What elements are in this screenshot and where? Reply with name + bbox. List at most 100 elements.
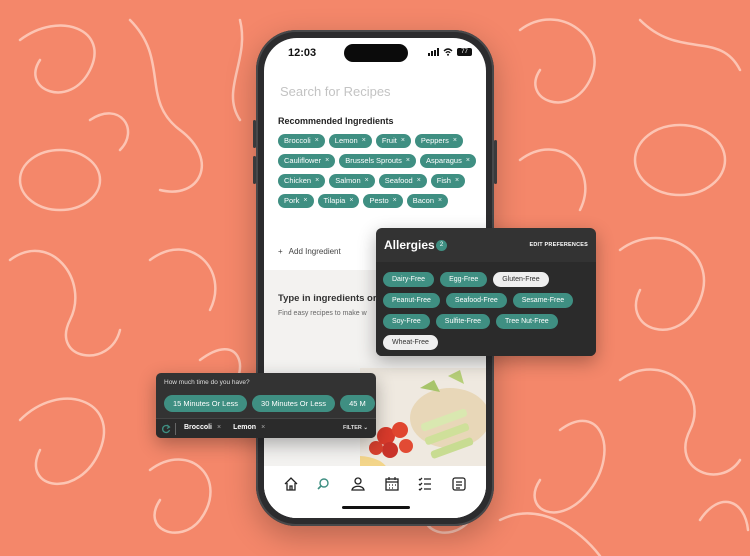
status-time: 12:03 bbox=[288, 47, 317, 59]
ingredient-chip[interactable]: Fish × bbox=[430, 174, 466, 188]
ingredient-chip[interactable]: Cauliflower × bbox=[278, 154, 336, 168]
ingredient-chip-label: Bacon bbox=[412, 196, 434, 205]
checklist-icon[interactable] bbox=[417, 476, 433, 492]
allergy-chip[interactable]: Soy-Free bbox=[383, 314, 430, 329]
remove-icon[interactable]: × bbox=[349, 197, 353, 205]
ingredient-chip[interactable]: Tilapia × bbox=[317, 194, 360, 208]
allergy-chip[interactable]: Wheat-Free bbox=[383, 335, 438, 350]
ingredient-chip[interactable]: Asparagus × bbox=[420, 154, 476, 168]
ingredient-chip[interactable]: Lemon × bbox=[328, 134, 372, 148]
calendar-icon[interactable] bbox=[384, 476, 400, 492]
ingredient-chip[interactable]: Fruit × bbox=[375, 134, 411, 148]
prompt-title: Type in ingredients or d bbox=[278, 293, 385, 304]
ingredient-chip-label: Broccoli bbox=[284, 136, 311, 145]
signal-icon bbox=[428, 48, 439, 56]
allergy-chip[interactable]: Gluten-Free bbox=[493, 272, 549, 287]
ingredient-chip-label: Asparagus bbox=[426, 156, 462, 165]
ingredient-chip[interactable]: Brussels Sprouts × bbox=[339, 154, 416, 168]
ingredient-chip-label: Chicken bbox=[284, 176, 312, 185]
recommended-title: Recommended Ingredients bbox=[278, 116, 394, 126]
filter-button[interactable]: FILTER ⌄ bbox=[343, 425, 368, 431]
remove-icon[interactable]: × bbox=[365, 177, 369, 185]
remove-icon[interactable]: × bbox=[362, 137, 366, 145]
selected-tags: Broccoli × Lemon × bbox=[184, 424, 265, 431]
time-option-chip[interactable]: 15 Minutes Or Less bbox=[164, 395, 248, 412]
allergy-chips: Dairy-Free Egg-Free Gluten-Free Peanut-Free… bbox=[383, 272, 583, 350]
remove-icon[interactable]: × bbox=[261, 424, 265, 431]
remove-icon[interactable]: × bbox=[325, 157, 329, 165]
ingredient-chip[interactable]: Chicken × bbox=[278, 174, 326, 188]
ingredient-chip[interactable]: Pesto × bbox=[363, 194, 403, 208]
add-ingredient-button[interactable]: + Add Ingredient bbox=[278, 247, 341, 256]
allergies-count-badge: 2 bbox=[436, 240, 447, 251]
remove-icon[interactable]: × bbox=[406, 157, 410, 165]
feed-icon[interactable] bbox=[451, 476, 467, 492]
battery-icon: 77 bbox=[457, 48, 472, 56]
ingredient-chip[interactable]: Pork × bbox=[278, 194, 314, 208]
ingredient-chip-label: Brussels Sprouts bbox=[345, 156, 402, 165]
ingredient-chip-label: Pesto bbox=[369, 196, 389, 205]
selected-tag: Lemon × bbox=[233, 424, 265, 431]
ingredient-chip-label: Lemon bbox=[334, 136, 358, 145]
home-icon[interactable] bbox=[283, 476, 299, 492]
allergy-chip[interactable]: Tree Nut-Free bbox=[495, 314, 558, 329]
ingredient-chip[interactable]: Salmon × bbox=[329, 174, 375, 188]
time-filter-footer: Broccoli × Lemon × FILTER ⌄ bbox=[156, 418, 376, 438]
remove-icon[interactable]: × bbox=[438, 197, 442, 205]
selected-tag-label: Lemon bbox=[233, 424, 257, 431]
remove-icon[interactable]: × bbox=[466, 157, 470, 165]
selected-tag-label: Broccoli bbox=[184, 424, 213, 431]
remove-icon[interactable]: × bbox=[303, 197, 307, 205]
home-indicator bbox=[342, 506, 410, 509]
footer-divider bbox=[175, 423, 176, 435]
ingredient-chip-label: Tilapia bbox=[323, 196, 346, 205]
remove-icon[interactable]: × bbox=[401, 137, 405, 145]
allergies-body: Dairy-Free Egg-Free Gluten-Free Peanut-Free… bbox=[376, 262, 596, 356]
remove-icon[interactable]: × bbox=[315, 137, 319, 145]
prompt-subtitle: Find easy recipes to make w bbox=[278, 310, 367, 317]
ingredient-chip-label: Fruit bbox=[381, 136, 397, 145]
tab-bar bbox=[264, 466, 486, 518]
profile-icon[interactable] bbox=[350, 476, 366, 492]
remove-icon[interactable]: × bbox=[417, 177, 421, 185]
refresh-icon[interactable] bbox=[161, 424, 171, 434]
time-option-chip[interactable]: 45 M bbox=[340, 395, 375, 412]
allergy-chip[interactable]: Dairy-Free bbox=[383, 272, 435, 287]
allergy-chip[interactable]: Seafood-Free bbox=[445, 293, 507, 308]
time-option-chip[interactable]: 30 Minutes Or Less bbox=[252, 395, 336, 412]
status-bar: 12:03 77 bbox=[264, 38, 486, 68]
ingredient-chip-label: Salmon bbox=[335, 176, 361, 185]
search-input[interactable]: Search for Recipes bbox=[280, 84, 391, 99]
food-photo bbox=[360, 368, 486, 478]
ingredient-chip-label: Seafood bbox=[384, 176, 413, 185]
phone-side-button bbox=[253, 156, 256, 184]
remove-icon[interactable]: × bbox=[453, 137, 457, 145]
add-ingredient-label: Add Ingredient bbox=[288, 247, 341, 256]
allergy-chip[interactable]: Sesame-Free bbox=[512, 293, 574, 308]
remove-icon[interactable]: × bbox=[455, 177, 459, 185]
edit-preferences-button[interactable]: EDIT PREFERENCES bbox=[529, 242, 588, 248]
plus-icon: + bbox=[278, 247, 283, 256]
remove-icon[interactable]: × bbox=[393, 197, 397, 205]
phone-power-button bbox=[494, 140, 497, 184]
allergies-header: Allergies 2 EDIT PREFERENCES bbox=[376, 228, 596, 262]
ingredient-chip[interactable]: Bacon × bbox=[406, 194, 449, 208]
search-icon[interactable] bbox=[316, 476, 332, 492]
ingredient-chip[interactable]: Seafood × bbox=[378, 174, 427, 188]
chevron-down-icon: ⌄ bbox=[363, 425, 368, 431]
allergies-panel: Allergies 2 EDIT PREFERENCES Dairy-Free E… bbox=[376, 228, 596, 356]
ingredient-chip[interactable]: Peppers × bbox=[414, 134, 463, 148]
status-icons: 77 bbox=[428, 48, 472, 56]
remove-icon[interactable]: × bbox=[315, 177, 319, 185]
remove-icon[interactable]: × bbox=[217, 424, 221, 431]
allergy-chip[interactable]: Egg-Free bbox=[440, 272, 488, 287]
ingredient-chip[interactable]: Broccoli × bbox=[278, 134, 325, 148]
allergy-chip[interactable]: Peanut-Free bbox=[383, 293, 440, 308]
recommended-chips: Broccoli × Lemon × Fruit × Peppers × Cauliflower… bbox=[278, 134, 478, 208]
selected-tag: Broccoli × bbox=[184, 424, 221, 431]
time-question: How much time do you have? bbox=[164, 379, 250, 386]
time-options: 15 Minutes Or Less 30 Minutes Or Less 45 M bbox=[164, 395, 375, 412]
allergy-chip[interactable]: Sulfite-Free bbox=[435, 314, 490, 329]
ingredient-chip-label: Fish bbox=[436, 176, 451, 185]
dynamic-island bbox=[344, 44, 408, 62]
